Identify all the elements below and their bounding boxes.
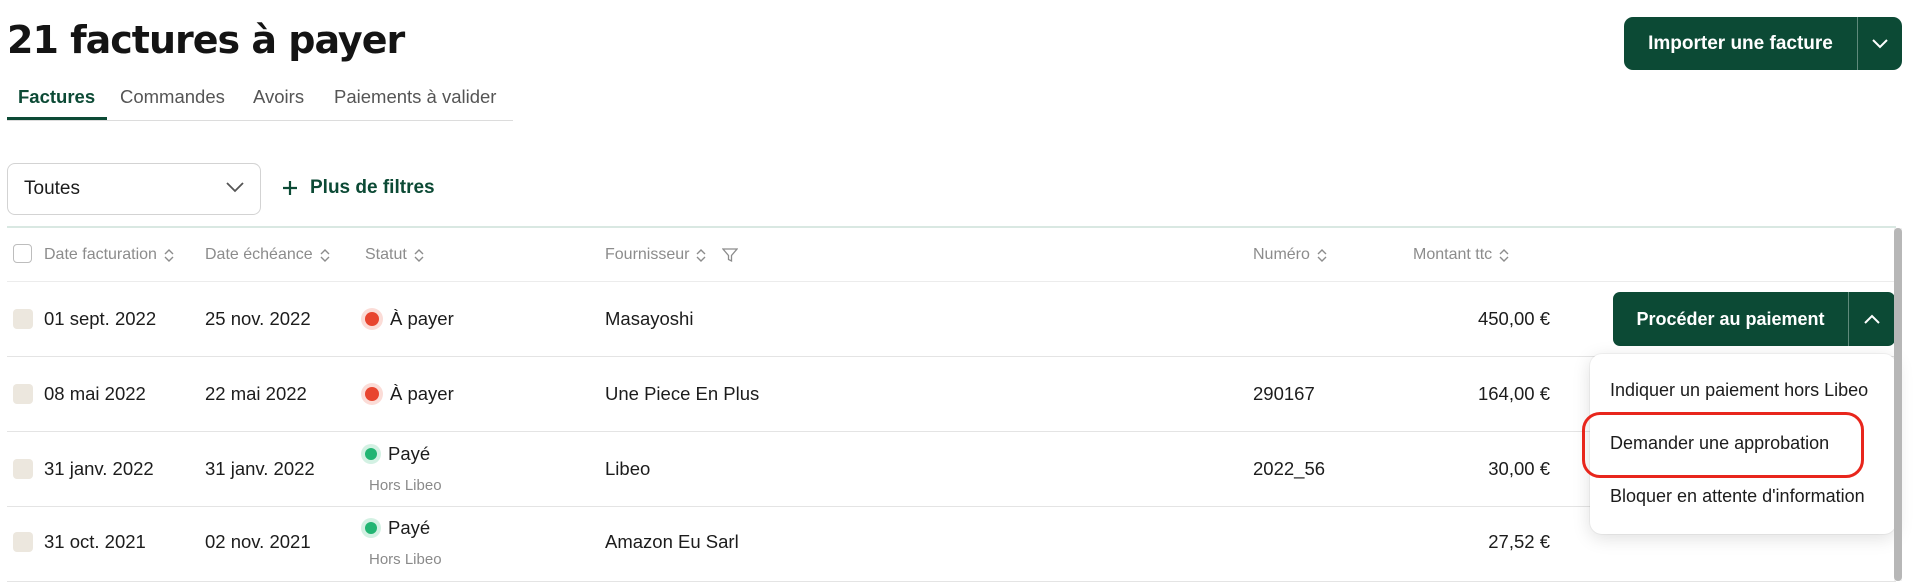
tab-avoirs[interactable]: Avoirs [253,86,304,108]
invoice-tabs: Factures Commandes Avoirs Paiements à va… [7,84,513,121]
import-options-toggle[interactable] [1858,17,1902,70]
scrollbar-thumb[interactable] [1894,228,1902,581]
chevron-down-icon [226,182,244,193]
supplier-cell: Amazon Eu Sarl [605,531,739,552]
amount-cell: 27,52 € [1488,531,1550,552]
column-label: Statut [365,246,407,263]
status-label: Payé [388,517,431,538]
date-echeance-cell: 02 nov. 2021 [205,531,311,552]
sort-icon [1317,248,1327,262]
sort-icon [414,248,424,262]
tab-commandes[interactable]: Commandes [120,86,225,108]
pay-button-group: Procéder au paiement [1613,292,1895,346]
column-header-montant-ttc[interactable]: Montant ttc [1413,246,1509,264]
date-echeance-cell: 22 mai 2022 [205,383,307,404]
column-header-statut[interactable]: Statut [365,246,424,264]
status-label: Payé [388,443,431,464]
supplier-cell: Masayoshi [605,308,694,329]
date-facturation-cell: 31 oct. 2021 [44,531,146,552]
supplier-cell: Libeo [605,458,651,479]
status-dot-icon [365,522,377,534]
column-header-date-facturation[interactable]: Date facturation [44,246,174,264]
page-title: 21 factures à payer [7,18,405,62]
date-echeance-cell: 31 janv. 2022 [205,458,315,479]
payment-options-toggle[interactable] [1849,292,1895,346]
amount-cell: 30,00 € [1488,458,1550,479]
date-echeance-cell: 25 nov. 2022 [205,308,311,329]
sort-icon [1499,248,1509,262]
sort-icon [696,248,706,262]
status-filter-select[interactable]: Toutes [7,163,261,215]
status-badge: À payer [365,308,454,330]
column-label: Montant ttc [1413,246,1493,263]
invoice-number-cell: 2022_56 [1253,458,1326,479]
column-label: Date facturation [44,246,157,263]
column-label: Fournisseur [605,246,690,263]
date-facturation-cell: 31 janv. 2022 [44,458,154,479]
chevron-down-icon [1872,38,1888,48]
status-filter-value: Toutes [24,178,80,199]
status-dot-icon [365,387,379,401]
import-invoice-button[interactable]: Importer une facture [1624,17,1858,70]
tab-paiements-a-valider[interactable]: Paiements à valider [334,86,496,108]
payment-options-menu: Indiquer un paiement hors Libeo Demander… [1590,354,1896,534]
tab-factures[interactable]: Factures [18,86,95,108]
sort-icon [164,248,174,262]
more-filters-button[interactable]: Plus de filtres [282,177,435,199]
status-label: À payer [390,383,454,404]
row-checkbox[interactable] [13,459,33,479]
table-top-border [7,226,1896,228]
status-badge: À payer [365,383,454,405]
chevron-up-icon [1864,314,1880,324]
amount-cell: 450,00 € [1477,308,1550,329]
table-scrollbar[interactable] [1894,228,1902,581]
column-header-date-echeance[interactable]: Date échéance [205,246,330,264]
select-all-checkbox[interactable] [13,244,32,263]
column-header-numero[interactable]: Numéro [1253,246,1327,264]
status-detail: Hors Libeo [369,477,442,494]
row-checkbox[interactable] [13,309,33,329]
row-checkbox[interactable] [13,384,33,404]
active-tab-indicator [7,117,107,120]
more-filters-label: Plus de filtres [310,177,435,198]
status-detail: Hors Libeo [369,551,442,568]
column-label: Numéro [1253,246,1310,263]
status-dot-icon [365,312,379,326]
import-invoice-button-group: Importer une facture [1624,17,1902,70]
supplier-cell: Une Piece En Plus [605,383,760,404]
column-label: Date échéance [205,246,313,263]
menu-item-block-pending-info[interactable]: Bloquer en attente d'information [1610,486,1865,507]
menu-item-mark-paid-outside[interactable]: Indiquer un paiement hors Libeo [1610,380,1868,401]
status-badge: Payé [365,517,430,539]
plus-icon [283,181,297,195]
date-facturation-cell: 01 sept. 2022 [44,308,157,329]
proceed-to-payment-button[interactable]: Procéder au paiement [1613,292,1849,346]
table-header: Date facturation Date échéance Statut Fo… [7,229,1896,282]
date-facturation-cell: 08 mai 2022 [44,383,146,404]
filter-icon[interactable] [722,247,739,263]
amount-cell: 164,00 € [1477,383,1550,404]
status-badge: Payé [365,443,430,465]
status-dot-icon [365,448,377,460]
invoice-number-cell: 290167 [1253,383,1315,404]
row-checkbox[interactable] [13,532,33,552]
column-header-fournisseur[interactable]: Fournisseur [605,246,739,264]
menu-item-request-approval[interactable]: Demander une approbation [1610,433,1829,454]
sort-icon [320,248,330,262]
status-label: À payer [390,308,454,329]
